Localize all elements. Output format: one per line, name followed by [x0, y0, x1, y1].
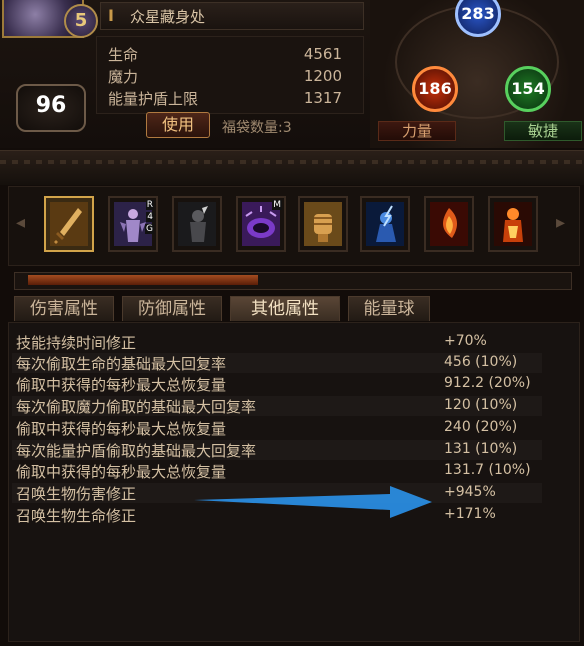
stat-es-label: 能量护盾上限: [108, 90, 199, 108]
stat-life-value: 4561: [303, 45, 342, 63]
stat-mana-label: 魔力: [108, 68, 139, 86]
rank-badge: 5: [64, 4, 98, 38]
skill-slot-3[interactable]: [172, 196, 222, 252]
tab-other[interactable]: 其他属性: [230, 296, 340, 321]
stat-row-value: 120 (10%): [444, 397, 518, 413]
tab-damage[interactable]: 伤害属性: [14, 296, 114, 321]
dark-figure-icon: [178, 202, 216, 246]
highlight-arrow-icon: [194, 486, 432, 518]
stat-row: 每次偷取生命的基础最大回复率 456 (10%): [12, 353, 542, 373]
support-gem-m: M: [272, 200, 282, 210]
fire-golem-icon: [494, 202, 532, 246]
skill-slot-2[interactable]: R 4 G: [108, 196, 158, 252]
skill-slot-4[interactable]: M: [236, 196, 286, 252]
lightning-figure-icon: [366, 202, 404, 246]
skill-slot-1[interactable]: [44, 196, 94, 252]
dexterity-orb[interactable]: 154: [505, 66, 551, 112]
stat-row: 偷取中获得的每秒最大总恢复量 131.7 (10%): [12, 461, 542, 481]
stat-row-value: 131.7 (10%): [444, 462, 531, 478]
stat-row-label: 召唤生物生命修正: [16, 507, 137, 525]
panel-divider: [0, 150, 584, 185]
stat-row-value: +70%: [444, 333, 487, 349]
stat-row-label: 偷取中获得的每秒最大总恢复量: [16, 420, 227, 438]
tab-defense[interactable]: 防御属性: [122, 296, 222, 321]
zone-marker-icon: I: [108, 6, 114, 25]
stat-row: 每次能量护盾偷取的基础最大回复率 131 (10%): [12, 440, 542, 460]
stat-row-label: 每次偷取生命的基础最大回复率: [16, 355, 227, 373]
character-level: 96: [35, 93, 67, 118]
stat-row: 偷取中获得的每秒最大总恢复量 240 (20%): [12, 418, 542, 438]
stat-row: 每次偷取魔力偷取的基础最大回复率 120 (10%): [12, 396, 542, 416]
stat-row-value: 131 (10%): [444, 441, 518, 457]
stat-row-label: 召唤生物伤害修正: [16, 485, 137, 503]
fire-fist-icon: [430, 202, 468, 246]
strength-label: 力量: [378, 121, 456, 141]
zone-name: 众星藏身处: [130, 8, 206, 26]
skill-slot-8[interactable]: [488, 196, 538, 252]
scroll-right-icon[interactable]: ▸: [556, 212, 565, 233]
support-gem-g: G: [145, 224, 154, 234]
stat-row-label: 偷取中获得的每秒最大总恢复量: [16, 463, 227, 481]
stat-row-label: 技能持续时间修正: [16, 334, 137, 352]
stat-row: 偷取中获得的每秒最大总恢复量 912.2 (20%): [12, 374, 542, 394]
tab-charges[interactable]: 能量球: [348, 296, 430, 321]
stat-life-label: 生命: [108, 46, 139, 64]
support-gem-4: 4: [146, 212, 154, 222]
strength-orb[interactable]: 186: [412, 66, 458, 112]
stat-es-value: 1317: [303, 89, 342, 107]
sword-skill-icon: [50, 202, 88, 246]
stat-row-value: 456 (10%): [444, 354, 518, 370]
stat-mana-value: 1200: [303, 67, 342, 85]
support-gem-r: R: [145, 200, 154, 210]
stat-row-value: +945%: [444, 484, 496, 500]
stat-row-value: +171%: [444, 506, 496, 522]
fist-icon: [304, 202, 342, 246]
skill-scrollbar-thumb[interactable]: [28, 275, 258, 285]
stat-row-label: 每次能量护盾偷取的基础最大回复率: [16, 442, 257, 460]
bag-count: 福袋数量:3: [222, 120, 292, 136]
stat-row-value: 912.2 (20%): [444, 375, 531, 391]
skill-slot-6[interactable]: [360, 196, 410, 252]
stat-row-label: 偷取中获得的每秒最大总恢复量: [16, 376, 227, 394]
stat-row-value: 240 (20%): [444, 419, 518, 435]
scroll-left-icon[interactable]: ◂: [16, 212, 25, 233]
divider-ornament: [0, 160, 584, 164]
stat-row: 技能持续时间修正 +70%: [12, 332, 542, 352]
stat-row-label: 每次偷取魔力偷取的基础最大回复率: [16, 398, 257, 416]
use-button[interactable]: 使用: [146, 112, 210, 138]
dexterity-label: 敏捷: [504, 121, 582, 141]
skill-slot-5[interactable]: [298, 196, 348, 252]
skill-slot-7[interactable]: [424, 196, 474, 252]
